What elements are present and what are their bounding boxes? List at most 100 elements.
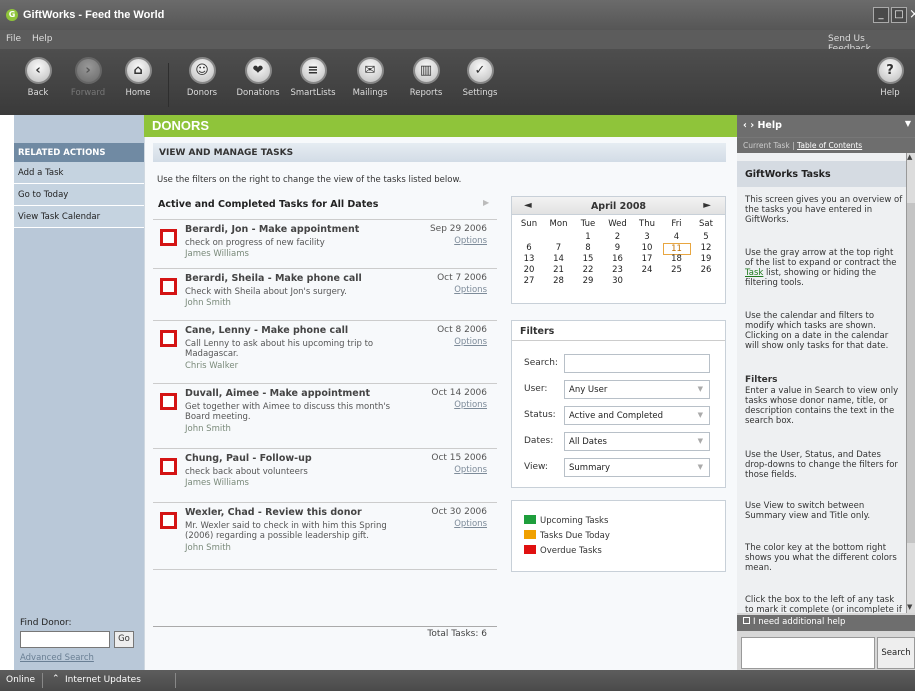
task-complete-checkbox[interactable] <box>160 458 177 475</box>
help-search-input[interactable] <box>741 637 875 669</box>
calendar-day[interactable]: 5 <box>692 232 720 242</box>
view-task-calendar-link[interactable]: View Task Calendar <box>14 206 144 228</box>
main-content: VIEW AND MANAGE TASKS Use the filters on… <box>144 137 737 670</box>
go-button[interactable]: Go <box>114 631 134 648</box>
task-complete-checkbox[interactable] <box>160 330 177 347</box>
help-filters-title: Filters <box>745 375 778 385</box>
calendar-day[interactable]: 17 <box>633 254 661 264</box>
user-select[interactable]: Any User ▼ <box>564 380 710 399</box>
calendar-day[interactable]: 3 <box>633 232 661 242</box>
view-select[interactable]: Summary ▼ <box>564 458 710 477</box>
calendar-day[interactable]: 25 <box>663 265 691 275</box>
find-donor-label: Find Donor: <box>20 618 72 628</box>
calendar-day[interactable]: 24 <box>633 265 661 275</box>
chevron-down-icon: ▼ <box>697 411 703 419</box>
task-complete-checkbox[interactable] <box>160 278 177 295</box>
mailings-button[interactable]: ✉ Mailings <box>342 57 398 98</box>
color-legend: Upcoming Tasks Tasks Due Today Overdue T… <box>511 500 726 572</box>
calendar-day[interactable]: 7 <box>545 243 573 253</box>
task-help-link[interactable]: Task <box>745 268 763 278</box>
calendar-day[interactable]: 10 <box>633 243 661 253</box>
weekday-label: Fri <box>671 219 682 229</box>
smartlists-icon: ≡ <box>299 57 327 84</box>
task-date: Oct 8 2006 <box>437 325 487 335</box>
calendar-day[interactable]: 26 <box>692 265 720 275</box>
scroll-thumb[interactable] <box>907 203 915 543</box>
advanced-search-link[interactable]: Advanced Search <box>20 653 94 663</box>
maximize-button[interactable]: □ <box>891 7 907 23</box>
internet-updates-link[interactable]: Internet Updates <box>65 675 141 685</box>
calendar-day[interactable]: 13 <box>515 254 543 264</box>
scroll-down-icon[interactable]: ▼ <box>907 603 912 611</box>
task-options-link[interactable]: Options <box>454 337 487 347</box>
forward-button[interactable]: › Forward <box>60 57 116 98</box>
help-title: GiftWorks Tasks <box>737 161 906 187</box>
task-options-link[interactable]: Options <box>454 519 487 529</box>
task-options-link[interactable]: Options <box>454 285 487 295</box>
help-pane: ‹ › Help ▼ Current Task | Table of Conte… <box>737 115 915 670</box>
settings-button[interactable]: ✓ Settings <box>452 57 508 98</box>
calendar-day[interactable]: 9 <box>604 243 632 253</box>
close-icon[interactable]: × <box>909 7 915 22</box>
find-donor-input[interactable] <box>20 631 110 648</box>
calendar-day[interactable]: 16 <box>604 254 632 264</box>
chevron-down-icon: ▼ <box>697 463 703 471</box>
current-task-tab[interactable]: Current Task <box>743 141 790 150</box>
calendar-day[interactable]: 20 <box>515 265 543 275</box>
smartlists-button[interactable]: ≡ SmartLists <box>285 57 341 98</box>
reports-button[interactable]: ▥ Reports <box>398 57 454 98</box>
calendar-day[interactable]: 6 <box>515 243 543 253</box>
status-bar: Online ⌃ Internet Updates <box>0 670 915 691</box>
calendar-day[interactable]: 27 <box>515 276 543 286</box>
filter-search-input[interactable] <box>564 354 710 373</box>
calendar-day[interactable]: 2 <box>604 232 632 242</box>
donors-icon: ☺ <box>188 57 216 84</box>
calendar-day[interactable]: 15 <box>574 254 602 264</box>
calendar-day[interactable]: 12 <box>692 243 720 253</box>
task-options-link[interactable]: Options <box>454 236 487 246</box>
menu-help[interactable]: Help <box>32 34 53 44</box>
internet-updates-icon: ⌃ <box>52 674 60 684</box>
additional-help-toggle[interactable]: I need additional help <box>737 615 915 631</box>
chevron-down-icon[interactable]: ▼ <box>905 119 911 128</box>
expand-arrow-icon[interactable]: ▶ <box>483 198 489 207</box>
calendar-day[interactable]: 22 <box>574 265 602 275</box>
add-task-link[interactable]: Add a Task <box>14 162 144 184</box>
legend-label: Overdue Tasks <box>540 546 602 556</box>
task-complete-checkbox[interactable] <box>160 393 177 410</box>
calendar-day[interactable]: 29 <box>574 276 602 286</box>
help-search-button[interactable]: Search <box>877 637 915 669</box>
help-button[interactable]: ? Help <box>862 57 915 98</box>
calendar-day[interactable]: 1 <box>574 232 602 242</box>
table-of-contents-link[interactable]: Table of Contents <box>797 141 862 150</box>
calendar-day[interactable]: 14 <box>545 254 573 264</box>
donors-button[interactable]: ☺ Donors <box>174 57 230 98</box>
menu-file[interactable]: File <box>6 34 21 44</box>
task-options-link[interactable]: Options <box>454 400 487 410</box>
calendar-day[interactable]: 19 <box>692 254 720 264</box>
calendar-day[interactable]: 21 <box>545 265 573 275</box>
scroll-up-icon[interactable]: ▲ <box>907 153 912 161</box>
dates-select[interactable]: All Dates ▼ <box>564 432 710 451</box>
task-complete-checkbox[interactable] <box>160 512 177 529</box>
next-month-icon[interactable]: ► <box>703 200 711 211</box>
home-button[interactable]: ⌂ Home <box>110 57 166 98</box>
go-to-today-link[interactable]: Go to Today <box>14 184 144 206</box>
calendar-day[interactable]: 4 <box>663 232 691 242</box>
help-content: GiftWorks Tasks This screen gives you an… <box>737 153 907 613</box>
task-complete-checkbox[interactable] <box>160 229 177 246</box>
minimize-button[interactable]: _ <box>873 7 889 23</box>
help-scrollbar[interactable]: ▲ ▼ <box>907 153 915 613</box>
task-options-link[interactable]: Options <box>454 465 487 475</box>
calendar-day[interactable]: 28 <box>545 276 573 286</box>
calendar-day[interactable]: 23 <box>604 265 632 275</box>
help-nav-arrows-icon[interactable]: ‹ › <box>743 120 757 131</box>
status-select[interactable]: Active and Completed ▼ <box>564 406 710 425</box>
donations-button[interactable]: ❤ Donations <box>230 57 286 98</box>
title-bar: G GiftWorks - Feed the World _ □ × <box>0 0 915 30</box>
calendar-day[interactable]: 18 <box>663 254 691 264</box>
task-title: Cane, Lenny - Make phone call <box>185 325 349 336</box>
calendar-day[interactable]: 30 <box>604 276 632 286</box>
back-button[interactable]: ‹ Back <box>10 57 66 98</box>
calendar-day[interactable]: 8 <box>574 243 602 253</box>
